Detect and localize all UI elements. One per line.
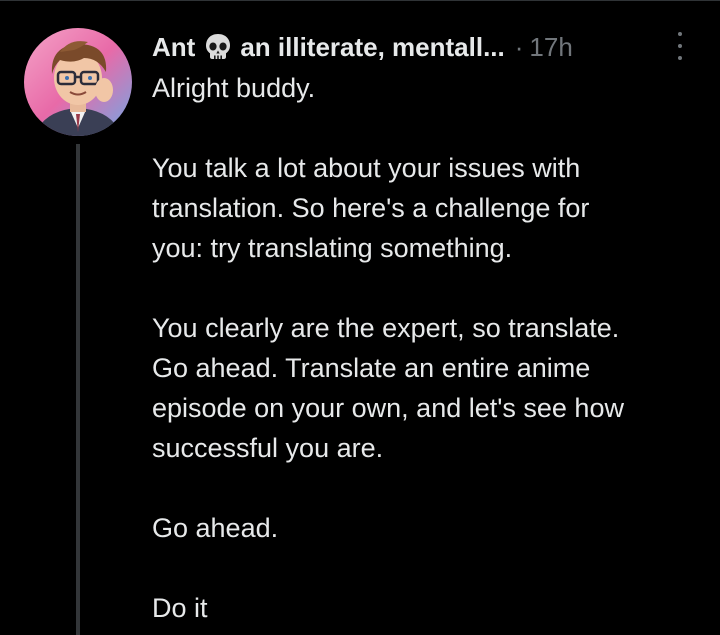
more-options-icon[interactable] [672,32,688,60]
tweet-text: Alright buddy. You talk a lot about your… [152,68,712,628]
tweet-paragraph: Do it [152,593,208,623]
header-separator: · [514,32,524,62]
thread-connector-line [76,144,80,635]
tweet-paragraph: You talk a lot about your issues with tr… [152,153,590,263]
more-dot [678,56,682,60]
tweet-header: Ant an illiterate, mentall... · 17h [152,30,573,64]
author-handle[interactable]: an illiterate, mentall... [240,30,504,64]
tweet-paragraph: Alright buddy. [152,73,316,103]
tweet-timestamp[interactable]: 17h [529,30,572,64]
more-dot [678,44,682,48]
avatar-illustration [24,28,132,136]
skull-icon [203,32,233,62]
author-name[interactable]: Ant [152,30,195,64]
avatar[interactable] [24,28,132,136]
top-divider [0,0,720,1]
tweet-paragraph: Go ahead. [152,513,279,543]
more-dot [678,32,682,36]
tweet-paragraph: You clearly are the expert, so translate… [152,313,624,463]
